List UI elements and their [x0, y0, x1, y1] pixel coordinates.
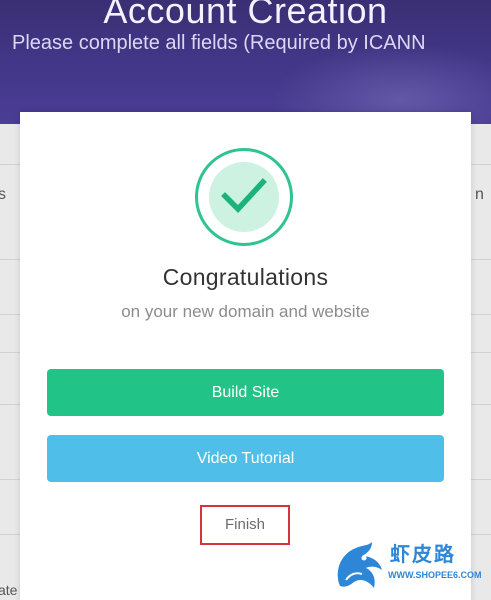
form-divider [471, 259, 491, 260]
form-label-fragment: n [475, 186, 484, 203]
page-title: Account Creation [103, 0, 388, 31]
form-divider [0, 404, 20, 405]
page-header: Account Creation Please complete all fie… [0, 0, 491, 124]
form-divider [0, 534, 20, 535]
form-divider [471, 314, 491, 315]
form-divider [0, 314, 20, 315]
form-divider [471, 164, 491, 165]
finish-button[interactable]: Finish [200, 505, 290, 545]
form-divider [0, 479, 20, 480]
watermark: 虾皮路 WWW.SHOPEE6.COM [332, 532, 491, 600]
watermark-cn-text: 虾皮路 [390, 544, 456, 566]
page-subtitle: Please complete all fields (Required by … [12, 32, 426, 54]
build-site-button[interactable]: Build Site [47, 369, 444, 416]
congrats-title: Congratulations [162, 264, 329, 290]
form-label-fragment: ate [0, 582, 18, 598]
success-badge [195, 148, 293, 246]
form-divider [471, 479, 491, 480]
form-label-fragment: s [0, 186, 6, 203]
congrats-subtitle: on your new domain and website [121, 302, 370, 321]
checkmark-icon [209, 162, 279, 232]
success-modal: Congratulations on your new domain and w… [20, 112, 471, 600]
video-tutorial-button[interactable]: Video Tutorial [47, 435, 444, 482]
form-divider [0, 352, 20, 353]
watermark-url-text: WWW.SHOPEE6.COM [388, 570, 482, 580]
form-divider [471, 352, 491, 353]
dragon-logo-icon [337, 542, 382, 588]
form-divider [0, 259, 20, 260]
form-divider [471, 404, 491, 405]
form-divider [0, 164, 20, 165]
